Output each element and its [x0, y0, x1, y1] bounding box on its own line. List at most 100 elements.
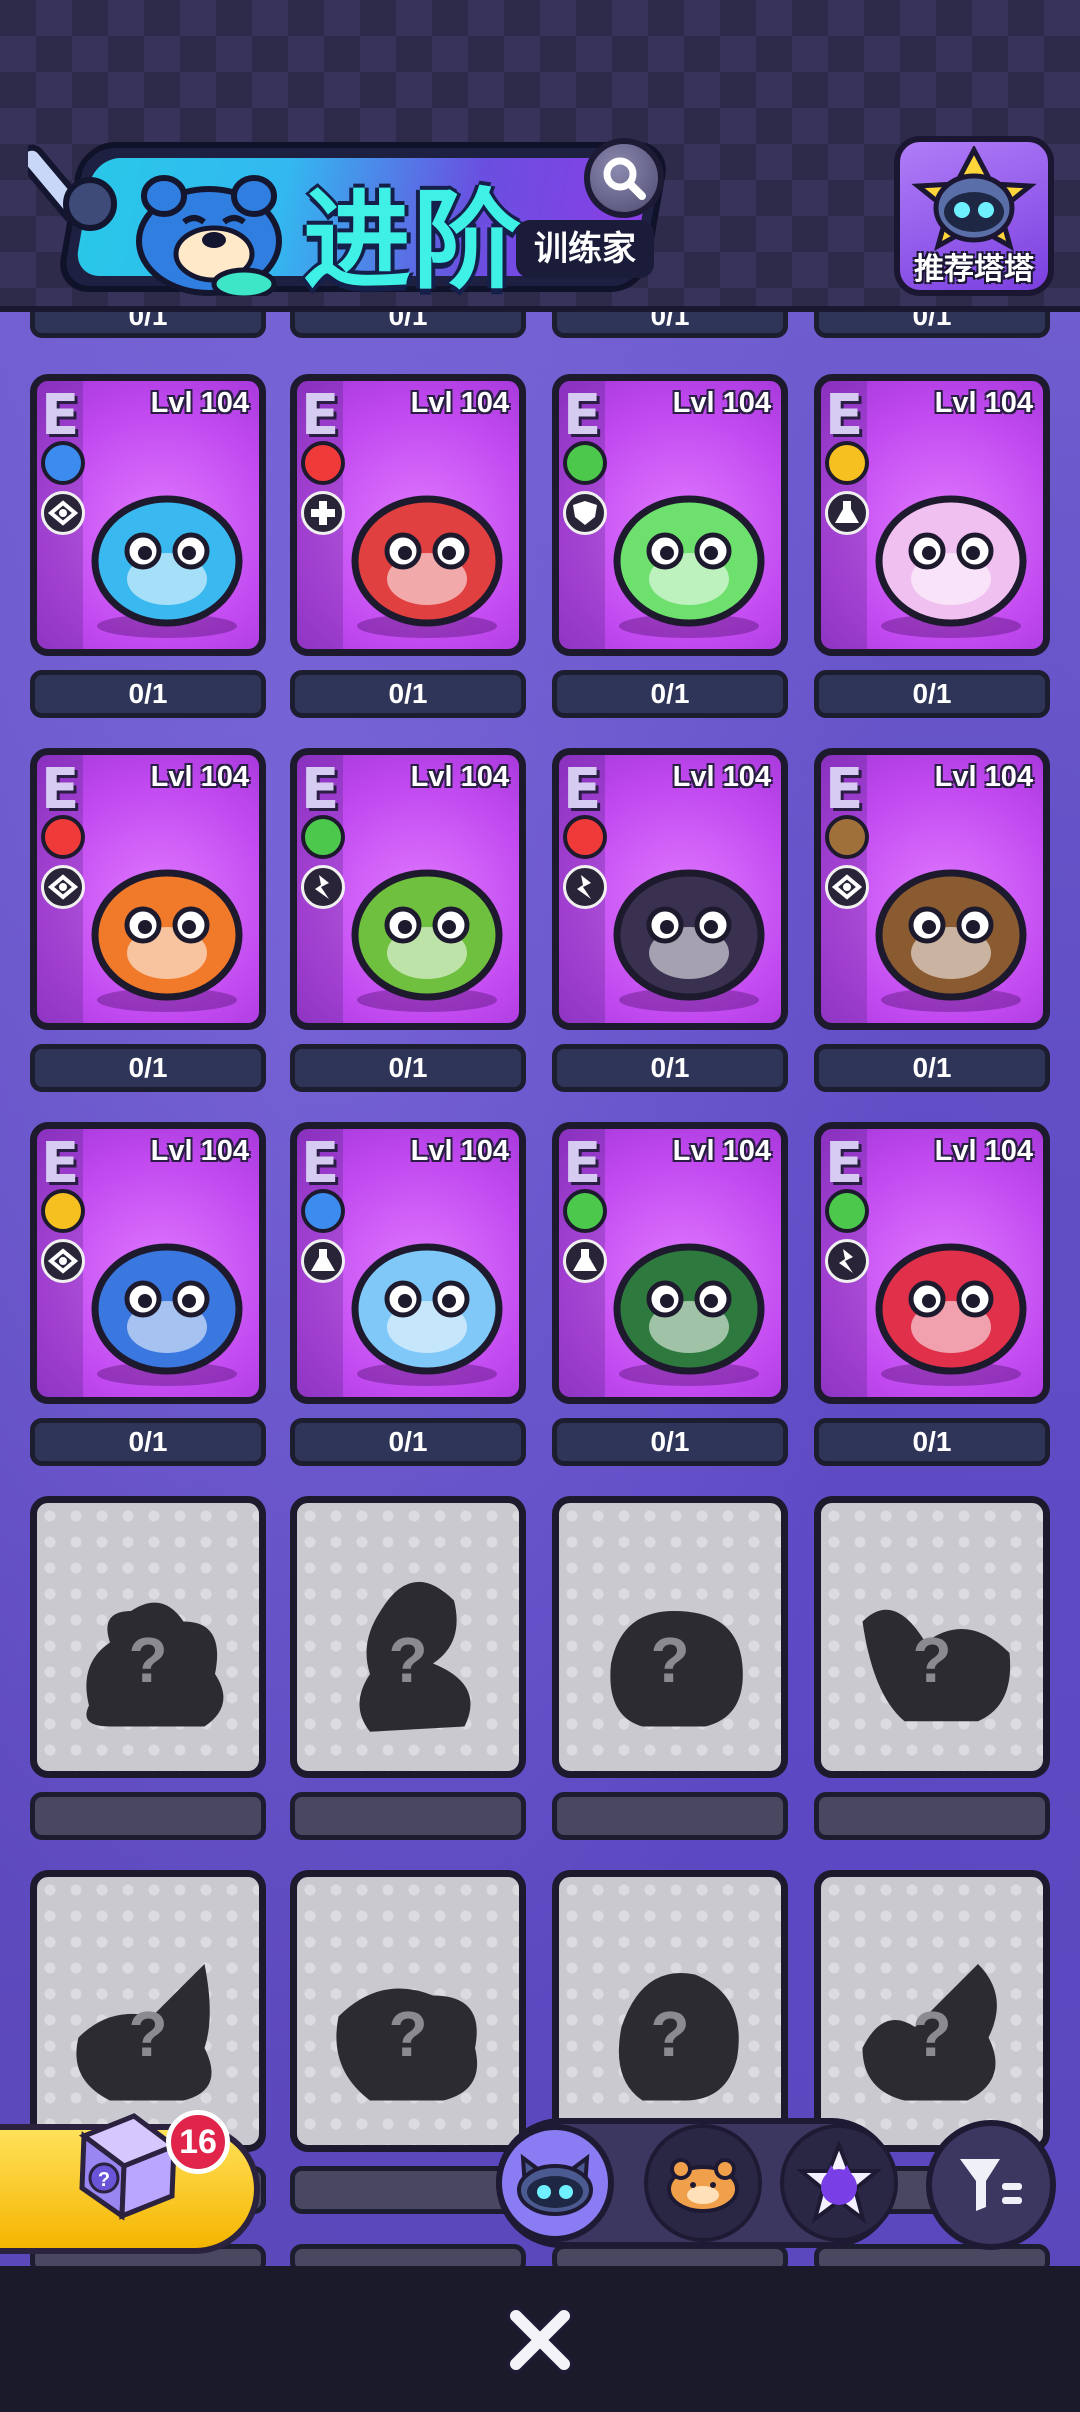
star-egg-icon — [851, 451, 1043, 649]
water-element-icon — [301, 1189, 345, 1233]
locked-creature-card[interactable]: ? — [814, 1870, 1050, 2152]
level-label: Lvl 104 — [410, 761, 509, 793]
level-label: Lvl 104 — [410, 1135, 509, 1167]
tiger-icon — [67, 825, 259, 1023]
shield-role-icon — [563, 491, 607, 535]
recommend-button[interactable]: 推荐塔塔 — [894, 136, 1054, 296]
creature-card[interactable]: E Lvl 104 — [814, 1122, 1050, 1404]
level-label: Lvl 104 — [150, 1135, 249, 1167]
eye-role-icon — [825, 865, 869, 909]
leaf-element-icon — [563, 1189, 607, 1233]
dice-count-badge: 16 — [166, 2110, 230, 2174]
card-counter: 0/1 — [814, 1418, 1050, 1466]
card-counter-empty — [290, 2166, 526, 2214]
mystery-dice-icon[interactable]: ? — [64, 2096, 184, 2226]
fire-element-icon — [41, 815, 85, 859]
unknown-mark: ? — [388, 1998, 428, 2070]
slime-frog-icon — [589, 451, 781, 649]
speed-role-icon — [301, 865, 345, 909]
locked-creature-card[interactable]: ? — [290, 1496, 526, 1778]
level-label: Lvl 104 — [934, 1135, 1033, 1167]
unknown-mark: ? — [650, 1624, 690, 1696]
fox-cat-icon — [589, 825, 781, 1023]
leaf-element-icon — [301, 815, 345, 859]
locked-creature-card[interactable]: ? — [290, 1870, 526, 2152]
tab-hamster[interactable] — [644, 2124, 762, 2242]
axolotl-icon — [327, 1199, 519, 1397]
rank-letter: E — [563, 757, 602, 822]
creature-card[interactable]: E Lvl 104 — [290, 748, 526, 1030]
card-counter: 0/1 — [814, 670, 1050, 718]
creature-card[interactable]: E Lvl 104 — [814, 748, 1050, 1030]
level-label: Lvl 104 — [150, 761, 249, 793]
tab-cat-robot[interactable] — [496, 2124, 614, 2242]
eye-role-icon — [41, 491, 85, 535]
leaf-element-icon — [825, 1189, 869, 1233]
creature-card[interactable]: E Lvl 104 — [814, 374, 1050, 656]
creature-card[interactable]: E Lvl 104 — [30, 1122, 266, 1404]
fire-element-icon — [563, 815, 607, 859]
owl-icon — [589, 1199, 781, 1397]
card-counter: 0/1 — [30, 1044, 266, 1092]
creature-card[interactable]: E Lvl 104 — [552, 748, 788, 1030]
unknown-mark: ? — [912, 1998, 952, 2070]
cactus-icon — [327, 825, 519, 1023]
rank-letter: E — [563, 383, 602, 448]
bear-mascot-icon — [136, 175, 282, 296]
rank-letter: E — [41, 1131, 80, 1196]
card-counter: 0/1 — [290, 1044, 526, 1092]
rank-letter: E — [825, 757, 864, 822]
speed-role-icon — [825, 1239, 869, 1283]
locked-creature-card[interactable]: ? — [552, 1496, 788, 1778]
level-label: Lvl 104 — [934, 761, 1033, 793]
rank-letter: E — [301, 757, 340, 822]
card-counter: 0/1 — [290, 670, 526, 718]
earth-element-icon — [825, 815, 869, 859]
hamster-icon — [851, 825, 1043, 1023]
close-button[interactable] — [490, 2300, 590, 2380]
creature-card[interactable]: E Lvl 104 — [30, 748, 266, 1030]
locked-creature-card[interactable]: ? — [552, 1870, 788, 2152]
card-counter-empty — [30, 1792, 266, 1840]
unknown-mark: ? — [650, 1998, 690, 2070]
blue-chameleon-icon — [67, 451, 259, 649]
creature-card[interactable]: E Lvl 104 — [290, 374, 526, 656]
electric-element-icon — [41, 1189, 85, 1233]
locked-creature-card[interactable]: ? — [814, 1496, 1050, 1778]
close-icon — [506, 2306, 574, 2374]
card-counter-empty — [552, 1792, 788, 1840]
search-button[interactable] — [584, 138, 664, 218]
filter-button[interactable] — [926, 2120, 1056, 2250]
banner-title: 进阶 — [303, 179, 524, 304]
dragon-chick-icon — [67, 1199, 259, 1397]
eye-role-icon — [41, 1239, 85, 1283]
level-label: Lvl 104 — [672, 1135, 771, 1167]
card-counter-empty — [814, 1792, 1050, 1840]
rank-letter: E — [301, 1131, 340, 1196]
svg-text:?: ? — [98, 2169, 110, 2191]
card-counter: 0/1 — [814, 1044, 1050, 1092]
creature-card[interactable]: E Lvl 104 — [552, 374, 788, 656]
banner-subtitle: 训练家 — [516, 220, 654, 278]
level-label: Lvl 104 — [410, 387, 509, 419]
rank-letter: E — [41, 383, 80, 448]
potion-role-icon — [563, 1239, 607, 1283]
unknown-mark: ? — [128, 1998, 168, 2070]
unknown-mark: ? — [128, 1624, 168, 1696]
card-counter-empty — [290, 1792, 526, 1840]
creature-card[interactable]: E Lvl 104 — [30, 374, 266, 656]
unknown-mark: ? — [388, 1624, 428, 1696]
electric-element-icon — [825, 441, 869, 485]
tab-star-cat[interactable] — [780, 2124, 898, 2242]
rank-letter: E — [563, 1131, 602, 1196]
eye-role-icon — [41, 865, 85, 909]
cat-robot-icon — [517, 2153, 593, 2216]
creature-card[interactable]: E Lvl 104 — [552, 1122, 788, 1404]
magic-stick-icon — [28, 144, 117, 231]
berry-bulb-icon — [851, 1199, 1043, 1397]
creature-card[interactable]: E Lvl 104 — [290, 1122, 526, 1404]
level-label: Lvl 104 — [150, 387, 249, 419]
locked-creature-card[interactable]: ? — [30, 1496, 266, 1778]
card-counter: 0/1 — [290, 1418, 526, 1466]
level-label: Lvl 104 — [672, 387, 771, 419]
